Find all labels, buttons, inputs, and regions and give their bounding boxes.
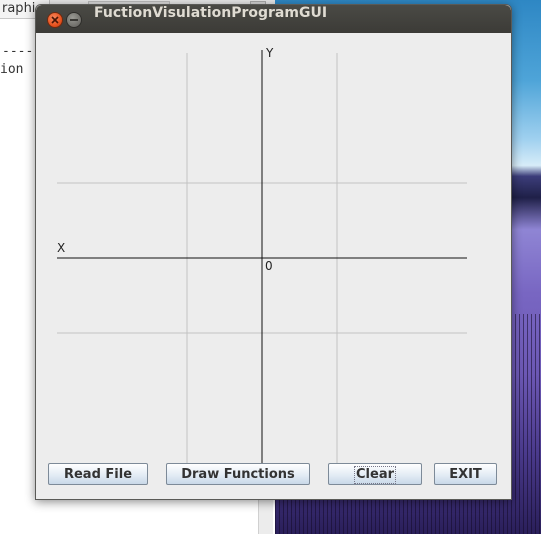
y-axis-label: Y bbox=[266, 46, 274, 60]
code-line: ---- bbox=[2, 44, 34, 59]
close-icon bbox=[51, 16, 59, 24]
x-axis-label: X bbox=[57, 241, 66, 255]
clear-button[interactable]: Clear bbox=[328, 463, 422, 485]
draw-functions-button[interactable]: Draw Functions bbox=[166, 463, 310, 485]
exit-button[interactable]: EXIT bbox=[434, 463, 497, 485]
window-title: FuctionVisulationProgramGUI bbox=[94, 5, 328, 21]
minimize-window-button[interactable] bbox=[66, 12, 82, 28]
read-file-button[interactable]: Read File bbox=[48, 463, 148, 485]
origin-label: 0 bbox=[265, 259, 273, 273]
code-line: ion bbox=[0, 62, 24, 77]
plot-canvas[interactable]: X Y 0 bbox=[36, 33, 511, 465]
title-bar[interactable]: FuctionVisulationProgramGUI bbox=[36, 5, 511, 33]
minimize-icon bbox=[70, 19, 78, 21]
close-window-button[interactable] bbox=[47, 12, 63, 28]
clear-button-label: Clear bbox=[354, 466, 396, 484]
app-window: FuctionVisulationProgramGUI X Y 0 Read F… bbox=[35, 4, 512, 500]
plot-grid bbox=[57, 50, 467, 465]
